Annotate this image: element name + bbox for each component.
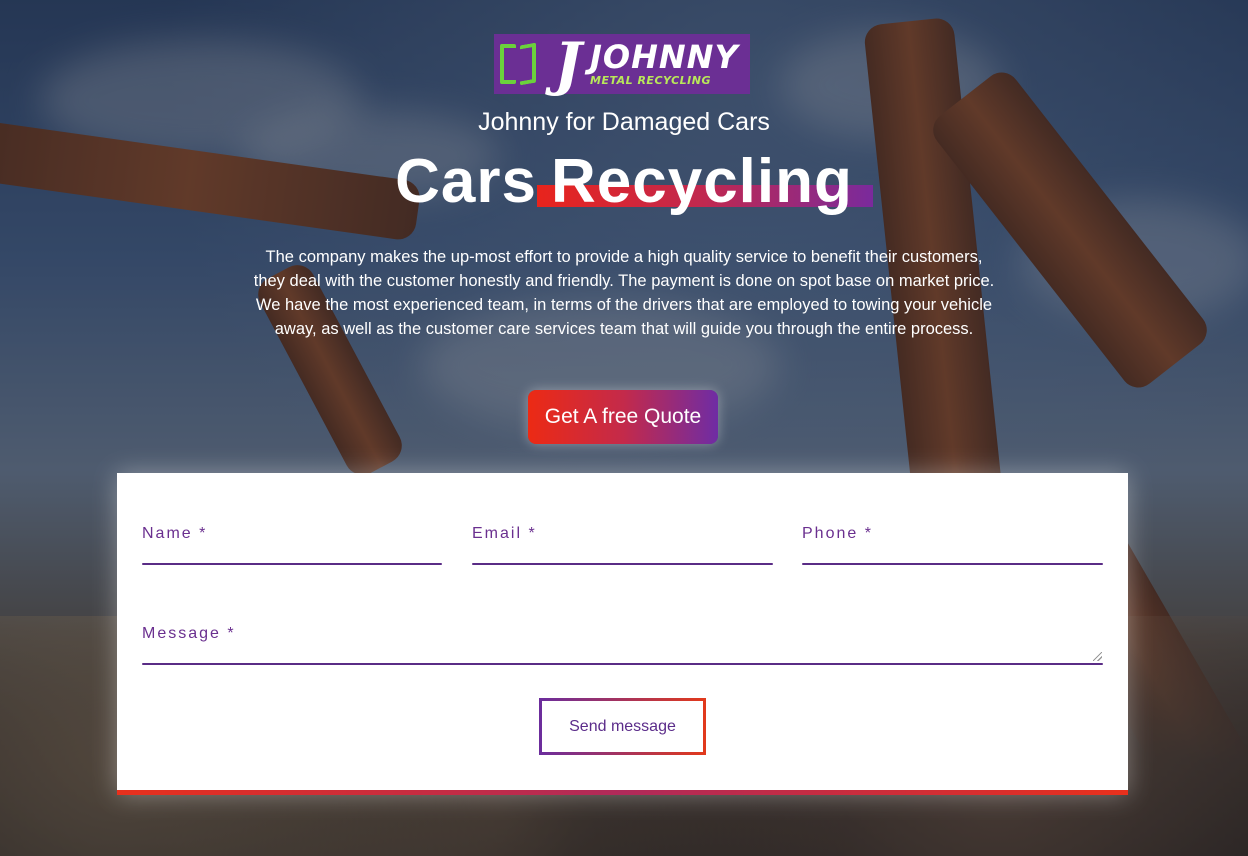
hero-subtitle: Johnny for Damaged Cars <box>478 108 770 136</box>
phone-underline <box>802 563 1103 565</box>
name-label: Name * <box>142 525 208 542</box>
logo-letter: J <box>554 30 582 98</box>
email-underline <box>472 563 773 565</box>
logo-name: JOHNNY <box>590 38 739 76</box>
hero-description: The company makes the up-most effort to … <box>253 248 995 338</box>
get-quote-button[interactable]: Get A free Quote <box>528 390 718 444</box>
send-message-button[interactable]: Send message <box>539 698 706 755</box>
email-field[interactable]: Email * <box>472 525 773 567</box>
title-plain: Cars <box>395 147 537 216</box>
message-field[interactable]: Message * <box>142 625 1103 667</box>
name-underline <box>142 563 442 565</box>
name-field[interactable]: Name * <box>142 525 442 567</box>
recycle-mark-icon <box>494 34 548 94</box>
phone-field[interactable]: Phone * <box>802 525 1103 567</box>
logo-subtitle: METAL RECYCLING <box>590 74 712 87</box>
message-underline <box>142 663 1103 665</box>
resize-handle-icon[interactable] <box>1093 652 1102 661</box>
contact-form: Name * Email * Phone * Message * Send me… <box>117 473 1128 795</box>
company-logo[interactable]: J JOHNNY METAL RECYCLING <box>494 34 750 94</box>
title-highlight: Recycling <box>536 147 873 216</box>
email-label: Email * <box>472 525 537 542</box>
message-label: Message * <box>142 625 236 642</box>
phone-label: Phone * <box>802 525 873 542</box>
page-title: Cars Recycling <box>0 146 1248 217</box>
